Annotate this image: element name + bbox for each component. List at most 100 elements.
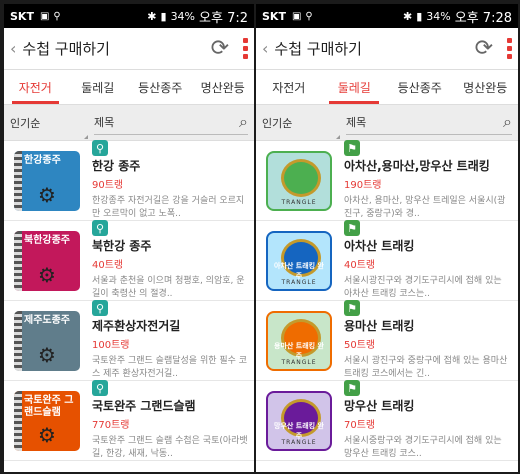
- list-item[interactable]: 아차산 트래킹 완주 TRANGLE ⚑ 아차산 트래킹 40트랭 서울시광진구와 경기도…: [256, 220, 518, 301]
- cover-title: 북한강종주: [24, 234, 70, 246]
- item-title: 망우산 트래킹: [344, 399, 415, 413]
- item-info: ⚑ 아차산,용마산,망우산 트래킹 190트랭 아차산, 용마산, 망우산 트레일은 …: [344, 140, 512, 221]
- item-title: 북한강 종주: [92, 239, 152, 253]
- item-price: 190트랭: [344, 180, 382, 191]
- bicycle-icon: ⚙: [38, 262, 56, 287]
- badge-label: 아차산 트래킹 완주: [274, 261, 324, 280]
- clock: 오후 7:2: [199, 10, 248, 26]
- overflow-menu-icon[interactable]: [243, 38, 248, 59]
- item-title: 아차산,용마산,망우산 트래킹: [344, 159, 490, 173]
- binding-rings: [14, 150, 22, 211]
- list-item[interactable]: 제주도종주 ⚙ ⚲ 제주환상자전거길 100트랭 국토완주 그랜드 슬램달성을 위한 필수…: [4, 300, 254, 381]
- signal-icon: ▮: [160, 9, 167, 23]
- item-price: 70트랭: [344, 420, 376, 431]
- filter-bar: 인기순 제목 ⌕: [256, 105, 518, 141]
- search-input[interactable]: 제목 ⌕: [346, 110, 512, 135]
- signal-icon: ▮: [416, 9, 423, 23]
- bicycle-icon: ⚙: [38, 342, 56, 367]
- tab-mountain[interactable]: 명산완등: [192, 70, 255, 104]
- item-description: 서울과 춘천을 이으며 청평호, 의암호, 운길이 축령산 의 절경..: [92, 276, 245, 299]
- binding-rings: [14, 310, 22, 371]
- item-title: 국토완주 그랜드슬램: [92, 399, 196, 413]
- page-title: 수첩 구매하기: [22, 40, 110, 58]
- item-price: 100트랭: [92, 340, 130, 351]
- bicycle-category-icon: ⚲: [92, 220, 108, 236]
- notebook-cover: 한강종주 ⚙: [14, 150, 80, 211]
- item-info: ⚑ 아차산 트래킹 40트랭 서울시광진구와 경기도구리시에 접해 있는 아차산 트래…: [344, 220, 512, 301]
- category-tabs: 자전거 둘레길 등산종주 명산완등: [256, 70, 518, 105]
- tab-trail[interactable]: 둘레길: [67, 70, 130, 104]
- location-icon: ⚲: [53, 10, 61, 22]
- app-bar: ‹ 수첩 구매하기 ⟳: [4, 28, 254, 70]
- filter-bar: 인기순 제목 ⌕: [4, 105, 254, 141]
- item-price: 40트랭: [344, 260, 376, 271]
- tab-trail[interactable]: 둘레길: [322, 70, 388, 104]
- battery-label: 34%: [426, 9, 451, 23]
- badge-emblem: [281, 158, 321, 197]
- item-description: 국토완주 그랜드 슬램 수첩은 국토(아라뱃길, 한강, 새재, 낙동..: [92, 436, 248, 459]
- item-title: 한강 종주: [92, 159, 141, 173]
- search-input[interactable]: 제목 ⌕: [94, 110, 248, 135]
- item-info: ⚲ 북한강 종주 40트랭서울과 춘천을 이으며 청평호, 의암호, 운길이 축령산…: [92, 220, 248, 301]
- item-price: 40트랭: [92, 260, 124, 271]
- badge-thumbnail: 망우산 트래킹 완주 TRANGLE: [262, 389, 336, 453]
- notebook-thumbnail: 제주도종주 ⚙: [10, 309, 84, 373]
- location-icon: ⚲: [305, 10, 313, 22]
- back-icon[interactable]: ‹: [262, 39, 268, 58]
- notification-icon: ▣: [39, 10, 50, 22]
- category-tabs: 자전거 둘레길 등산종주 명산완등: [4, 70, 254, 105]
- hiker-category-icon: ⚑: [344, 140, 360, 156]
- cover-title: 국토완주 그랜드슬램: [24, 394, 74, 418]
- hiker-category-icon: ⚑: [344, 220, 360, 236]
- cover-title: 한강종주: [24, 154, 61, 166]
- app-bar: ‹ 수첩 구매하기 ⟳: [256, 28, 518, 70]
- tab-mountain[interactable]: 명산완등: [453, 70, 519, 104]
- hiker-category-icon: ⚑: [344, 380, 360, 396]
- notebook-list: 한강종주 ⚙ ⚲ 한강 종주 90트랭 한강종주 자전거길은 강을 거슬러 오르지만 오르…: [4, 140, 254, 461]
- tab-bicycle[interactable]: 자전거: [4, 70, 67, 104]
- notebook-thumbnail: 북한강종주 ⚙: [10, 229, 84, 293]
- left-screen: SKT ▣ ⚲ ✱ ▮ 34% 오후 7:2 ‹ 수첩 구매하기 ⟳ 자전거 둘…: [4, 4, 254, 472]
- bicycle-category-icon: ⚲: [92, 140, 108, 156]
- item-description: 서울시중랑구와 경기도구리시에 접해 있는 망우산 트래킹 코스..: [344, 436, 502, 459]
- sort-dropdown[interactable]: 인기순: [262, 115, 346, 139]
- badge-thumbnail: TRANGLE: [262, 149, 336, 213]
- item-description: 한강종주 자전거길은 강을 거슬러 오르지만 오르막이 없고 노폭..: [92, 196, 245, 219]
- battery-label: 34%: [170, 9, 196, 23]
- tab-bicycle[interactable]: 자전거: [256, 70, 322, 104]
- list-item[interactable]: 용마산 트래킹 완주 TRANGLE ⚑ 용마산 트래킹 50트랭 서울시 광진구와 중랑…: [256, 300, 518, 381]
- tab-hiking[interactable]: 등산종주: [129, 70, 192, 104]
- back-icon[interactable]: ‹: [10, 39, 16, 58]
- item-price: 90트랭: [92, 180, 124, 191]
- bicycle-category-icon: ⚲: [92, 300, 108, 316]
- binding-rings: [14, 230, 22, 291]
- badge-label: 용마산 트래킹 완주: [274, 341, 324, 360]
- item-info: ⚑ 망우산 트래킹 70트랭서울시중랑구와 경기도구리시에 접해 있는 망우산 트래…: [344, 380, 512, 461]
- item-description: 국토완주 그랜드 슬램달성을 위한 필수 코스 제주 환상자전거길..: [92, 356, 248, 379]
- binding-rings: [14, 390, 22, 451]
- search-icon[interactable]: ⌕: [239, 112, 248, 132]
- item-info: ⚲ 한강 종주 90트랭한강종주 자전거길은 강을 거슬러 오르지만 오르막이 없고…: [92, 140, 248, 221]
- overflow-menu-icon[interactable]: [507, 38, 512, 59]
- list-item[interactable]: 망우산 트래킹 완주 TRANGLE ⚑ 망우산 트래킹 70트랭서울시중랑구와 경기도…: [256, 380, 518, 461]
- right-screen: SKT ▣ ⚲ ✱ ▮ 34% 오후 7:28 ‹ 수첩 구매하기 ⟳ 자전거 …: [256, 4, 518, 472]
- search-icon[interactable]: ⌕: [503, 112, 512, 132]
- tab-hiking[interactable]: 등산종주: [387, 70, 453, 104]
- item-description: 서울시 광진구와 중랑구에 접해 있는 용마산 트래킹 코스에서는 긴..: [344, 356, 508, 379]
- refresh-icon[interactable]: ⟳: [211, 36, 229, 61]
- trail-badge: 아차산 트래킹 완주 TRANGLE: [266, 230, 332, 291]
- bicycle-icon: ⚙: [38, 422, 56, 447]
- sort-value: 인기순: [10, 116, 41, 130]
- trail-badge: 용마산 트래킹 완주 TRANGLE: [266, 310, 332, 371]
- sort-dropdown[interactable]: 인기순: [10, 115, 94, 139]
- status-bar: SKT ▣ ⚲ ✱ ▮ 34% 오후 7:2: [4, 4, 254, 28]
- item-info: ⚲ 국토완주 그랜드슬램 770트랭 국토완주 그랜드 슬램 수첩은 국토(아라뱃길,…: [92, 380, 248, 461]
- status-bar: SKT ▣ ⚲ ✱ ▮ 34% 오후 7:28: [256, 4, 518, 28]
- refresh-icon[interactable]: ⟳: [475, 36, 493, 61]
- badge-thumbnail: 아차산 트래킹 완주 TRANGLE: [262, 229, 336, 293]
- list-item[interactable]: 한강종주 ⚙ ⚲ 한강 종주 90트랭한강종주 자전거길은 강을 거슬러 오르지만 오르…: [4, 140, 254, 221]
- list-item[interactable]: 북한강종주 ⚙ ⚲ 북한강 종주 40트랭서울과 춘천을 이으며 청평호, 의암호, 운…: [4, 220, 254, 301]
- list-item[interactable]: TRANGLE ⚑ 아차산,용마산,망우산 트래킹 190트랭 아차산, 용마산, 망우…: [256, 140, 518, 221]
- notebook-cover: 국토완주 그랜드슬램 ⚙: [14, 390, 80, 451]
- list-item[interactable]: 국토완주 그랜드슬램 ⚙ ⚲ 국토완주 그랜드슬램 770트랭 국토완주 그랜드 슬램 수…: [4, 380, 254, 461]
